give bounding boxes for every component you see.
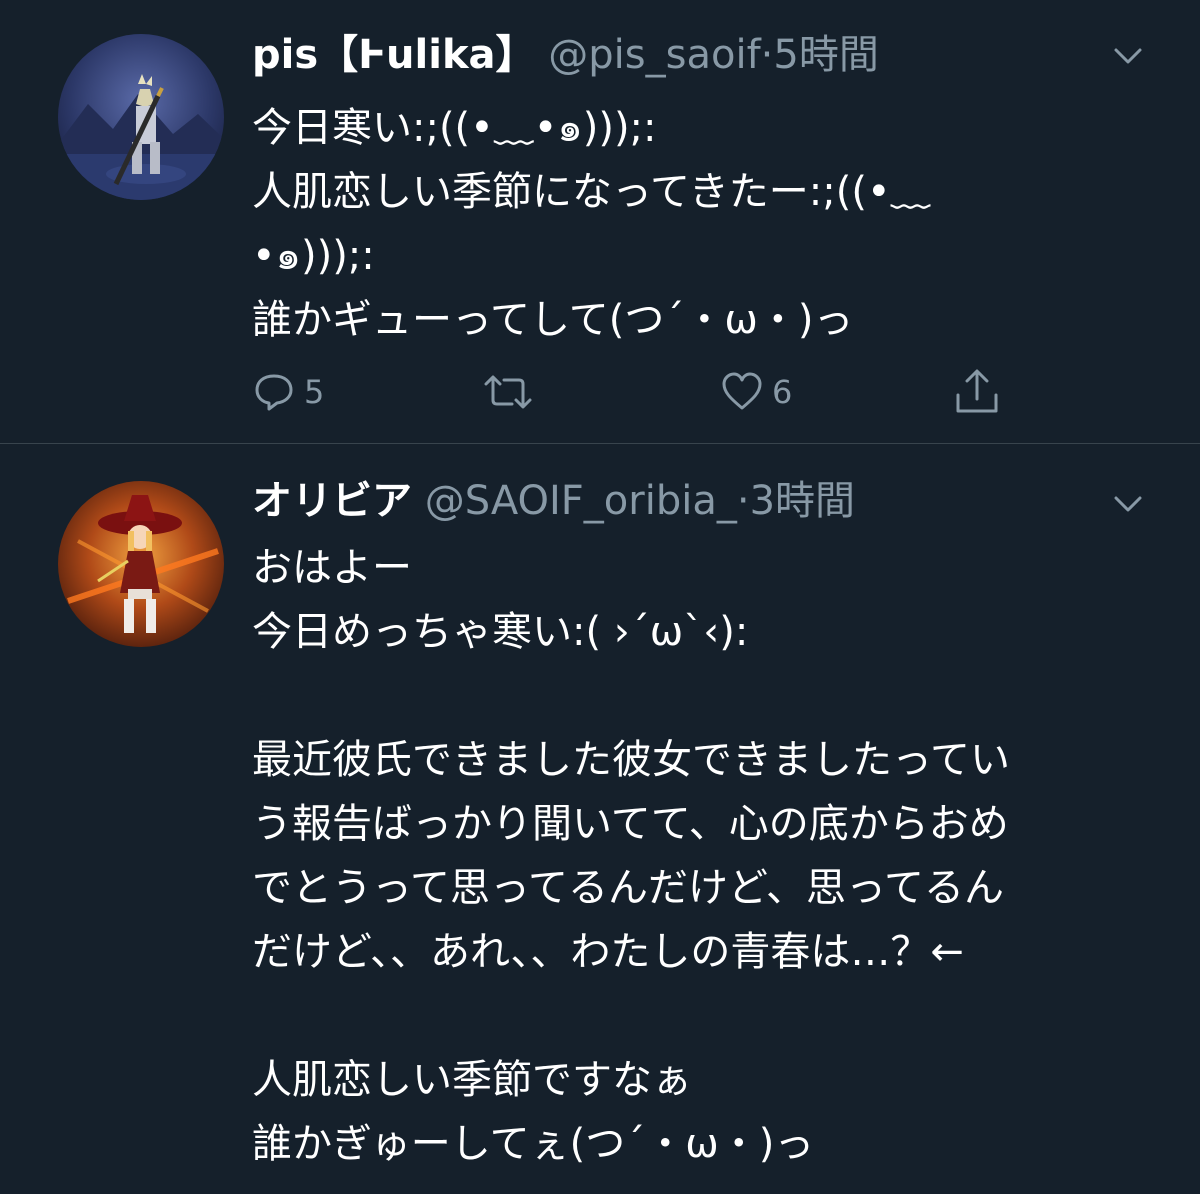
text-line: •๑)));: xyxy=(252,233,375,279)
heart-icon xyxy=(722,372,762,410)
text-line: 今日めっちゃ寒い:( ›´ω`‹): xyxy=(252,609,749,655)
like-button[interactable]: 6 xyxy=(720,362,792,422)
text-line: 誰かギューってして(つ´・ω・)っ xyxy=(252,297,854,343)
action-bar: 5 6 xyxy=(0,362,1200,422)
separator-dot: · xyxy=(760,32,774,78)
separator-dot: · xyxy=(736,478,750,524)
text-line: 人肌恋しい季節ですなぁ xyxy=(252,1057,692,1103)
reply-icon xyxy=(255,374,293,411)
tweet-header: pis【Ⱶulika】 @pis_saoif·5時間 xyxy=(252,30,879,80)
text-line: う報告ばっかり聞いてて、心の底からおめ xyxy=(252,801,1009,847)
tweet[interactable]: オリビア @SAOIF_oribia_·3時間 おはよー 今日めっちゃ寒い:( … xyxy=(0,444,1200,1194)
text-line: でとうって思ってるんだけど、思ってるん xyxy=(252,865,1004,911)
share-button[interactable] xyxy=(952,362,1002,422)
text-line xyxy=(252,984,1152,1048)
text-line: だけど、、あれ、、わたしの青春は…？← xyxy=(252,929,964,975)
like-count: 6 xyxy=(772,373,793,411)
tweet[interactable]: pis【Ⱶulika】 @pis_saoif·5時間 今日寒い:;((•﹏•๑)… xyxy=(0,0,1200,443)
avatar-knight-icon xyxy=(58,34,224,200)
share-icon xyxy=(956,369,998,413)
reply-count: 5 xyxy=(304,373,325,411)
chevron-down-icon[interactable] xyxy=(1110,38,1146,74)
tweet-text: おはよー 今日めっちゃ寒い:( ›´ω`‹): 最近彼氏できました彼女できました… xyxy=(252,536,1152,1176)
text-line: 最近彼氏できました彼女できましたってい xyxy=(252,737,1010,783)
timestamp[interactable]: 3時間 xyxy=(750,478,855,524)
retweet-icon xyxy=(484,375,532,409)
avatar[interactable] xyxy=(58,481,224,647)
user-handle[interactable]: @pis_saoif xyxy=(548,32,760,78)
tweet-header: オリビア @SAOIF_oribia_·3時間 xyxy=(252,476,855,526)
retweet-button[interactable] xyxy=(482,362,542,422)
text-line: おはよー xyxy=(252,545,412,591)
chevron-down-icon[interactable] xyxy=(1110,486,1146,522)
reply-button[interactable]: 5 xyxy=(252,362,324,422)
timestamp[interactable]: 5時間 xyxy=(773,32,878,78)
display-name[interactable]: pis【Ⱶulika】 xyxy=(252,32,536,78)
avatar[interactable] xyxy=(58,34,224,200)
user-handle[interactable]: @SAOIF_oribia_ xyxy=(425,478,737,524)
text-line: 今日寒い:;((•﹏•๑)));: xyxy=(252,105,657,151)
avatar-witch-icon xyxy=(58,481,224,647)
text-line: 人肌恋しい季節になってきたー:;((•﹏ xyxy=(252,169,931,215)
display-name[interactable]: オリビア xyxy=(252,478,412,524)
text-line: 誰かぎゅーしてぇ(つ´・ω・)っ xyxy=(252,1121,815,1167)
tweet-text: 今日寒い:;((•﹏•๑)));: 人肌恋しい季節になってきたー:;((•﹏ •… xyxy=(252,96,1152,352)
text-line xyxy=(252,664,1152,728)
